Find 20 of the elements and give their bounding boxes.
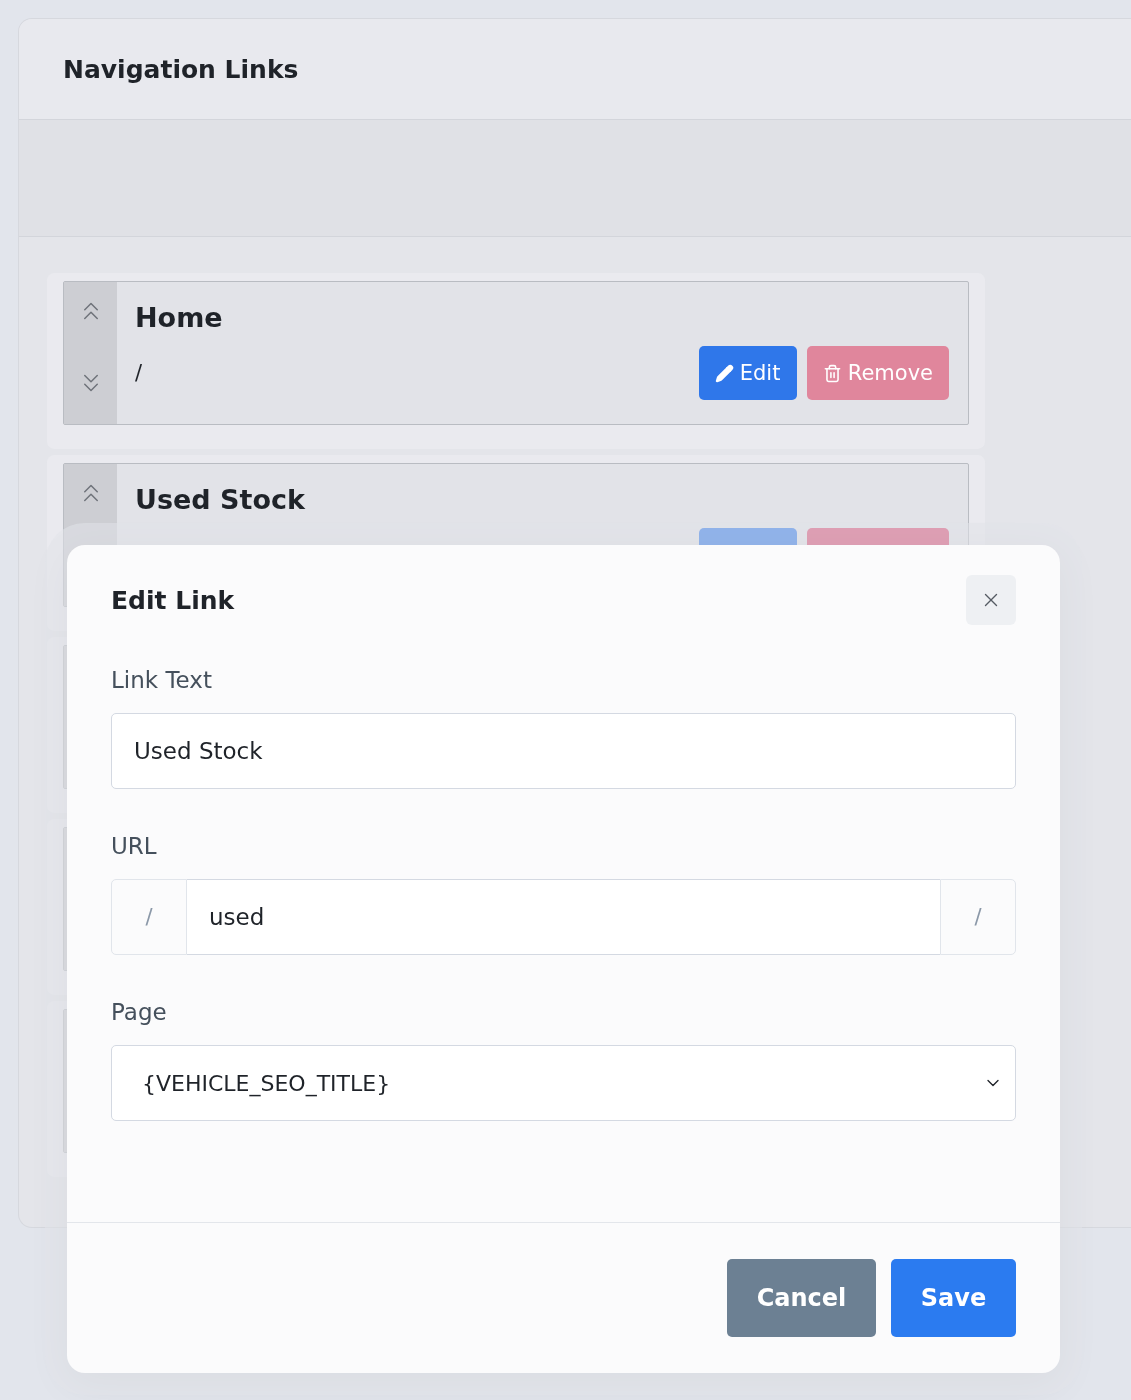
link-text-input[interactable]: Used Stock — [111, 713, 1016, 789]
save-button[interactable]: Save — [891, 1259, 1016, 1337]
url-input[interactable]: used — [187, 879, 940, 955]
link-title: Home — [135, 302, 223, 333]
link-url: / — [135, 361, 144, 385]
link-title: Used Stock — [135, 484, 305, 515]
field-label: Page — [111, 998, 168, 1027]
page-select[interactable]: {VEHICLE_SEO_TITLE} — [111, 1045, 1016, 1121]
close-button[interactable] — [966, 575, 1016, 625]
url-suffix: / — [940, 879, 1016, 955]
field-label: URL — [111, 832, 158, 861]
trash-icon — [822, 363, 842, 383]
dialog-title: Edit Link — [111, 585, 235, 615]
edit-button[interactable]: Edit — [698, 346, 797, 400]
url-prefix: / — [111, 879, 187, 955]
field-label: Link Text — [111, 666, 213, 695]
cancel-button[interactable]: Cancel — [727, 1259, 876, 1337]
pencil-icon — [714, 363, 734, 383]
card-title: Navigation Links — [63, 54, 299, 84]
drag-handle[interactable] — [64, 282, 117, 424]
